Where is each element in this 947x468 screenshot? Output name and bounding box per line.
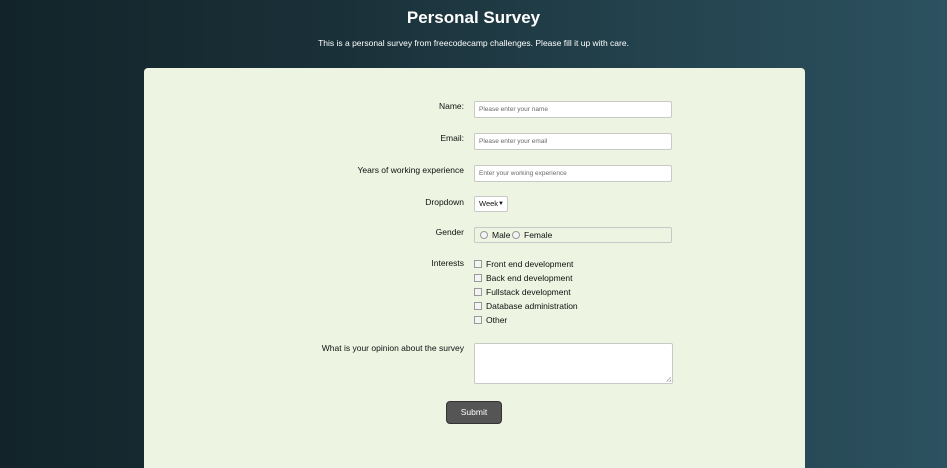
- fullstack-checkbox[interactable]: [474, 288, 482, 296]
- other-checkbox-label: Other: [486, 315, 508, 325]
- front-end-checkbox[interactable]: [474, 260, 482, 268]
- page-description: This is a personal survey from freecodec…: [318, 38, 629, 48]
- gender-option-male[interactable]: Male: [480, 230, 510, 240]
- front-end-checkbox-label: Front end development: [486, 259, 574, 269]
- opinion-textarea[interactable]: [474, 343, 673, 384]
- male-radio[interactable]: [480, 231, 488, 239]
- gender-option-female[interactable]: Female: [512, 230, 552, 240]
- survey-form: Name: Email: Years of working experience…: [144, 68, 805, 468]
- page-title: Personal Survey: [406, 8, 541, 27]
- submit-button[interactable]: Submit: [446, 401, 502, 424]
- interest-front-end[interactable]: Front end development: [474, 259, 573, 269]
- email-input[interactable]: [474, 133, 672, 150]
- name-label: Name:: [438, 101, 464, 111]
- back-end-checkbox[interactable]: [474, 274, 482, 282]
- caret-down-icon: ▼: [498, 201, 504, 207]
- experience-input[interactable]: [474, 165, 672, 182]
- dropdown-label: Dropdown: [425, 197, 464, 207]
- other-checkbox[interactable]: [474, 316, 482, 324]
- interest-database[interactable]: Database administration: [474, 301, 578, 311]
- female-radio-label: Female: [524, 230, 553, 240]
- database-checkbox-label: Database administration: [486, 301, 578, 311]
- opinion-label: What is your opinion about the survey: [321, 343, 464, 353]
- interest-back-end[interactable]: Back end development: [474, 273, 572, 283]
- experience-label: Years of working experience: [357, 165, 464, 175]
- interest-fullstack[interactable]: Fullstack development: [474, 287, 571, 297]
- name-input[interactable]: [474, 101, 672, 118]
- database-checkbox[interactable]: [474, 302, 482, 310]
- male-radio-label: Male: [492, 230, 511, 240]
- fullstack-checkbox-label: Fullstack development: [486, 287, 571, 297]
- interests-label: Interests: [431, 258, 464, 268]
- email-label: Email:: [440, 133, 464, 143]
- gender-label: Gender: [435, 227, 464, 237]
- dropdown-selected-value: Week: [479, 199, 499, 208]
- interest-other[interactable]: Other: [474, 315, 507, 325]
- period-dropdown[interactable]: Week ▼: [474, 196, 508, 212]
- back-end-checkbox-label: Back end development: [486, 273, 573, 283]
- resize-grip-icon[interactable]: [666, 377, 671, 382]
- female-radio[interactable]: [512, 231, 520, 239]
- gender-radio-group: Male Female: [474, 227, 672, 243]
